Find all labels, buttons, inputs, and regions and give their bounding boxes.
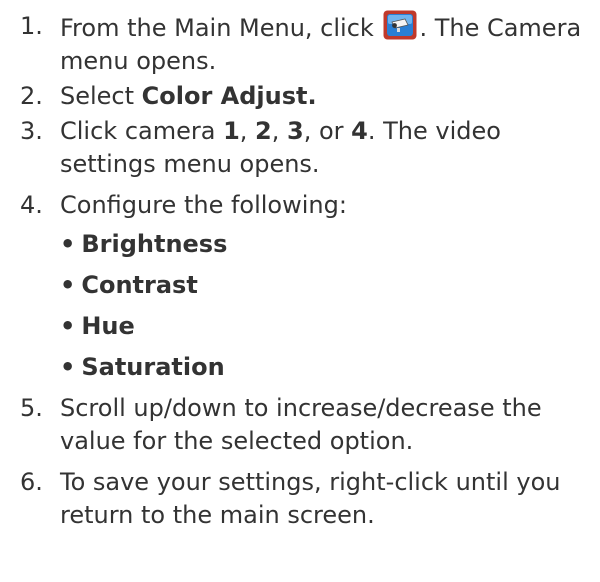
bullet-icon: • (60, 312, 76, 340)
step-text: Configure the following: • Brightness • Co… (60, 189, 592, 384)
list-item: • Saturation (60, 351, 592, 384)
step-number: 1. (20, 12, 43, 40)
step-text-part: , (239, 117, 256, 145)
camera-number: 1 (223, 117, 240, 145)
option-label: Contrast (81, 271, 198, 299)
step-text-part: Configure the following: (60, 191, 347, 219)
list-item: • Hue (60, 310, 592, 343)
step-2: 2. Select Color Adjust. (20, 80, 592, 113)
step-3: 3. Click camera 1, 2, 3, or 4. The video… (20, 115, 592, 181)
bullet-icon: • (60, 230, 76, 258)
option-label: Hue (81, 312, 135, 340)
step-5: 5. Scroll up/down to increase/decrease t… (20, 392, 592, 458)
step-text: To save your settings, right-click until… (60, 468, 561, 529)
step-number: 6. (20, 468, 43, 496)
step-text-part: , or (303, 117, 352, 145)
camera-number: 4 (351, 117, 368, 145)
step-4: 4. Configure the following: • Brightness … (20, 189, 592, 384)
step-text-part: From the Main Menu, click (60, 14, 382, 42)
step-text: Scroll up/down to increase/decrease the … (60, 394, 542, 455)
step-text-part: Click camera (60, 117, 224, 145)
bullet-icon: • (60, 271, 76, 299)
camera-number: 2 (255, 117, 272, 145)
step-1: 1. From the Main Menu, click . The Camer… (20, 10, 592, 78)
step-number: 3. (20, 117, 43, 145)
options-list: • Brightness • Contrast • Hue • Saturation (60, 228, 592, 384)
list-item: • Brightness (60, 228, 592, 261)
menu-option-label: Color Adjust. (141, 82, 317, 110)
camera-menu-icon (383, 10, 417, 40)
step-text: Select Color Adjust. (60, 80, 592, 113)
camera-number: 3 (287, 117, 304, 145)
option-label: Brightness (81, 230, 228, 258)
option-label: Saturation (81, 353, 225, 381)
step-number: 5. (20, 394, 43, 422)
step-number: 4. (20, 191, 43, 219)
step-text: From the Main Menu, click . The Camera m… (60, 10, 592, 78)
list-item: • Contrast (60, 269, 592, 302)
step-text: Click camera 1, 2, 3, or 4. The video se… (60, 115, 592, 181)
step-6: 6. To save your settings, right-click un… (20, 466, 592, 532)
step-text-part: , (271, 117, 288, 145)
step-number: 2. (20, 82, 43, 110)
step-text-part: Select (60, 82, 142, 110)
bullet-icon: • (60, 353, 76, 381)
instruction-steps: 1. From the Main Menu, click . The Camer… (20, 10, 592, 532)
